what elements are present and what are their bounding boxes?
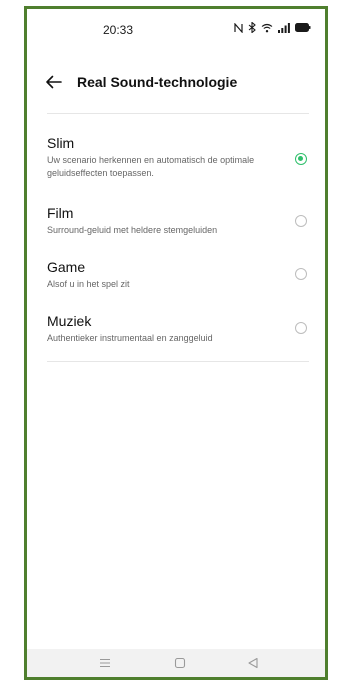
- signal-icon: [278, 22, 290, 33]
- battery-icon: [295, 23, 311, 32]
- option-description: Alsof u in het spel zit: [47, 279, 130, 289]
- back-arrow-icon[interactable]: [43, 71, 65, 93]
- status-time: 20:33: [103, 23, 134, 37]
- option-muziek[interactable]: Muziek Authentieker instrumentaal en zan…: [27, 313, 325, 363]
- radio-unselected-icon[interactable]: [295, 268, 307, 280]
- status-icons: [234, 22, 311, 33]
- phone-screen: 20:33 Real Sound-technologie Slim Uw sce…: [24, 6, 328, 680]
- radio-unselected-icon[interactable]: [295, 215, 307, 227]
- option-slim[interactable]: Slim Uw scenario herkennen en automatisc…: [27, 135, 325, 205]
- header-divider: [47, 113, 309, 114]
- option-description: Uw scenario herkennen en automatisch de …: [47, 155, 255, 178]
- option-film[interactable]: Film Surround-geluid met heldere stemgel…: [27, 205, 325, 259]
- page-header: Real Sound-technologie: [27, 65, 325, 101]
- option-game[interactable]: Game Alsof u in het spel zit: [27, 259, 325, 313]
- option-title: Muziek: [47, 313, 92, 329]
- option-description: Surround-geluid met heldere stemgeluiden: [47, 225, 218, 235]
- page-title: Real Sound-technologie: [77, 74, 238, 90]
- status-bar: 20:33: [27, 9, 325, 49]
- radio-unselected-icon[interactable]: [295, 322, 307, 334]
- back-triangle-icon[interactable]: [245, 655, 261, 671]
- option-title: Slim: [47, 135, 75, 151]
- bluetooth-icon: [248, 22, 256, 33]
- list-divider: [47, 361, 309, 362]
- sound-mode-list: Slim Uw scenario herkennen en automatisc…: [27, 135, 325, 363]
- radio-selected-icon[interactable]: [295, 153, 307, 165]
- option-description: Authentieker instrumentaal en zanggeluid: [47, 333, 213, 343]
- option-title: Game: [47, 259, 86, 275]
- home-icon[interactable]: [172, 655, 188, 671]
- wifi-icon: [261, 23, 273, 33]
- menu-icon[interactable]: [97, 655, 113, 671]
- system-nav-bar: [27, 649, 325, 677]
- option-title: Film: [47, 205, 74, 221]
- nfc-icon: [234, 22, 243, 33]
